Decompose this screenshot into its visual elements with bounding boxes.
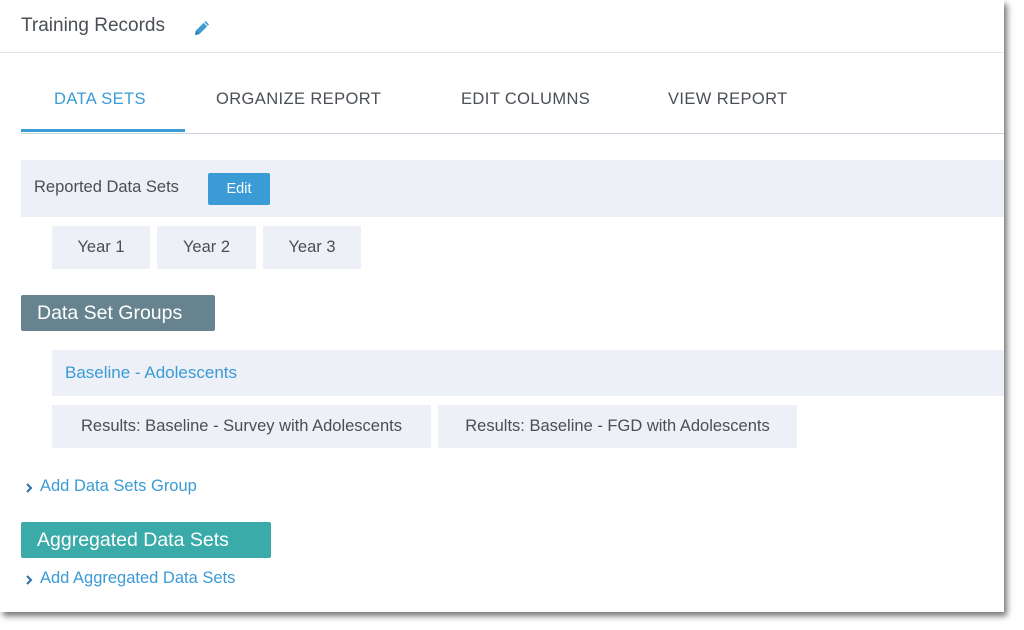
data-set-chip-year-2[interactable]: Year 2 [157, 226, 256, 269]
group-data-set-chip-fgd[interactable]: Results: Baseline - FGD with Adolescents [438, 405, 797, 448]
tab-view-report[interactable]: VIEW REPORT [668, 90, 788, 109]
active-tab-indicator [21, 129, 185, 132]
tab-organize-report[interactable]: ORGANIZE REPORT [216, 90, 381, 109]
tab-edit-columns[interactable]: EDIT COLUMNS [461, 90, 590, 109]
group-data-set-chip-survey[interactable]: Results: Baseline - Survey with Adolesce… [52, 405, 431, 448]
add-aggregated-data-sets-label: Add Aggregated Data Sets [40, 569, 236, 587]
chevron-right-icon [26, 483, 33, 493]
aggregated-data-sets-heading: Aggregated Data Sets [21, 522, 271, 558]
reported-data-sets-bar: Reported Data Sets Edit [21, 160, 1004, 217]
data-set-groups-heading: Data Set Groups [21, 295, 215, 331]
tab-data-sets[interactable]: DATA SETS [54, 90, 146, 109]
data-set-chip-year-1[interactable]: Year 1 [52, 226, 150, 269]
pencil-icon[interactable] [193, 19, 211, 37]
report-panel: Training Records DATA SETS ORGANIZE REPO… [0, 0, 1004, 612]
group-name-link[interactable]: Baseline - Adolescents [65, 363, 237, 383]
data-set-chip-year-3[interactable]: Year 3 [263, 226, 361, 269]
chevron-right-icon [26, 575, 33, 585]
add-data-sets-group-link[interactable]: Add Data Sets Group [24, 477, 197, 496]
page-title: Training Records [21, 15, 165, 36]
edit-reported-button[interactable]: Edit [208, 173, 270, 205]
reported-data-sets-label: Reported Data Sets [34, 178, 179, 196]
add-aggregated-data-sets-link[interactable]: Add Aggregated Data Sets [24, 569, 235, 588]
page-header: Training Records [0, 0, 1004, 53]
group-bar: Baseline - Adolescents [52, 350, 1004, 396]
add-data-sets-group-label: Add Data Sets Group [40, 477, 197, 495]
tab-bar: DATA SETS ORGANIZE REPORT EDIT COLUMNS V… [21, 76, 1004, 134]
